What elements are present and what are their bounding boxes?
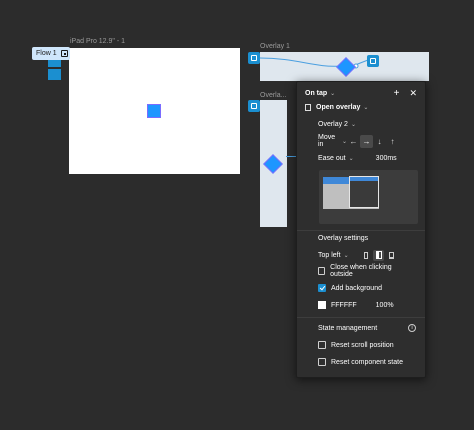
direction-down-button[interactable]: ↓ — [373, 135, 386, 148]
state-management-title: State management — [318, 324, 378, 332]
preview-overlay-frame — [349, 176, 379, 208]
flow-play-icon — [60, 50, 68, 57]
flow-label: Flow 1 — [36, 50, 57, 57]
background-color-hex[interactable]: FFFFFF — [331, 302, 357, 309]
position-bottom-icon[interactable] — [387, 251, 396, 260]
overlay-settings-title: Overlay settings — [318, 234, 369, 242]
action-dropdown[interactable]: Open overlay — [316, 104, 360, 111]
add-background-checkbox[interactable] — [318, 284, 326, 292]
position-fixed-icon[interactable] — [361, 251, 370, 260]
frame-overlay1-label[interactable]: Overlay 1 — [260, 43, 290, 50]
reset-component-label: Reset component state — [331, 358, 403, 366]
chevron-down-icon: ⌄ — [363, 104, 369, 111]
hotspot-square[interactable] — [147, 104, 161, 118]
flow-node-chip — [48, 69, 61, 80]
add-icon[interactable]: + — [394, 88, 400, 99]
open-overlay-icon — [305, 103, 311, 111]
background-opacity[interactable]: 100% — [376, 302, 394, 309]
overlay2-entry-icon — [248, 100, 260, 112]
flow-connector-chip — [48, 60, 61, 67]
add-background-label: Add background — [331, 284, 382, 292]
overlay1-target-icon[interactable] — [367, 55, 379, 67]
close-outside-label: Close when clicking outside — [330, 264, 392, 278]
chevron-down-icon: ⌄ — [343, 252, 349, 259]
close-icon[interactable]: ✕ — [409, 88, 417, 99]
frame-main-label[interactable]: iPad Pro 12.9" - 1 — [70, 38, 125, 45]
chevron-down-icon: ⌄ — [350, 121, 356, 128]
info-icon[interactable]: i — [408, 324, 416, 332]
position-dropdown[interactable]: Top left — [318, 252, 341, 259]
background-color-swatch[interactable] — [318, 301, 326, 309]
reset-scroll-label: Reset scroll position — [331, 341, 394, 349]
direction-left-button[interactable]: ← — [347, 135, 360, 148]
overlay2-connection-stub — [286, 156, 296, 157]
prototype-connection-line — [259, 57, 369, 69]
transition-dropdown[interactable]: Move in — [318, 134, 339, 148]
flow-starting-point-badge[interactable]: Flow 1 — [32, 47, 70, 60]
interaction-panel: On tap ⌄ + ✕ Open overlay ⌄ Overlay 2 ⌄ … — [296, 81, 426, 378]
duration-input[interactable]: 300ms — [376, 155, 397, 162]
direction-right-button[interactable]: → — [360, 134, 373, 148]
chevron-down-icon: ⌄ — [330, 90, 336, 97]
chevron-down-icon: ⌄ — [348, 155, 354, 162]
trigger-dropdown[interactable]: On tap — [305, 90, 327, 97]
main-artboard[interactable] — [69, 48, 240, 174]
reset-scroll-checkbox[interactable] — [318, 341, 326, 349]
direction-up-button[interactable]: ↑ — [386, 135, 399, 148]
position-center-icon[interactable] — [373, 249, 384, 261]
destination-dropdown[interactable]: Overlay 2 — [318, 121, 348, 128]
transition-preview — [319, 170, 418, 224]
frame-overlay2-label[interactable]: Overla... — [260, 92, 286, 99]
reset-component-checkbox[interactable] — [318, 358, 326, 366]
close-outside-checkbox[interactable] — [318, 267, 326, 275]
easing-dropdown[interactable]: Ease out — [318, 155, 346, 162]
